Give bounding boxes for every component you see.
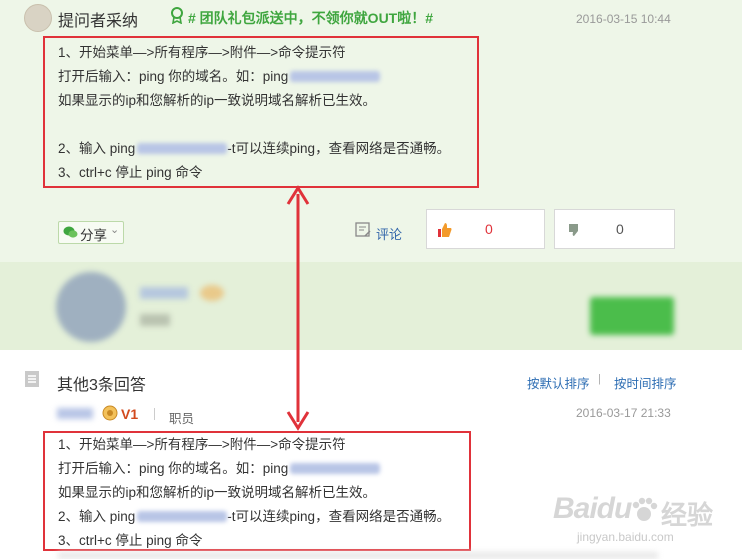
blurred-domain (290, 463, 381, 474)
downvote-button[interactable]: 0 (554, 209, 675, 249)
answer-line: 打开后输入：ping 你的域名。如：ping (58, 65, 450, 89)
promo-link[interactable]: # 团队礼包派送中，不领你就OUT啦！# (188, 8, 433, 28)
answer-line: 3、ctrl+c 停止 ping 命令 (58, 533, 203, 548)
share-label: 分享 (80, 228, 107, 243)
answer-line: 1、开始菜单—>所有程序—>附件—>命令提示符 (58, 45, 346, 60)
wechat-icon (63, 226, 78, 238)
answer-line: 2、输入 ping -t可以连续ping，查看网络是否通畅。 (58, 509, 451, 524)
answer-line (58, 113, 450, 137)
blurred-domain (137, 143, 228, 154)
blurred-name (140, 287, 188, 299)
chevron-down-icon: ⌄ (110, 224, 120, 236)
divider (154, 408, 155, 420)
blurred-domain (137, 511, 228, 522)
answer-body: 1、开始菜单—>所有程序—>附件—>命令提示符 打开后输入：ping 你的域名。… (58, 41, 450, 185)
watermark: Baidu 经验 jingyan.baidu.com (553, 492, 733, 550)
downvote-count: 0 (616, 221, 624, 237)
answer-line: 如果显示的ip和您解析的ip一致说明域名解析已生效。 (58, 93, 377, 108)
blurred-domain (290, 71, 381, 82)
asker-label: 提问者采纳 (58, 13, 139, 30)
answer-line: 打开后输入：ping 你的域名。如：ping (58, 457, 450, 481)
paw-icon (632, 497, 658, 521)
sort-default-link[interactable]: 按默认排序 (527, 373, 590, 392)
answer-line: 3、ctrl+c 停止 ping 命令 (58, 165, 203, 180)
comment-link[interactable]: 评论 (376, 224, 402, 243)
upvote-button[interactable]: 0 (426, 209, 545, 249)
blurred-username[interactable] (57, 408, 93, 419)
sort-time-link[interactable]: 按时间排序 (614, 373, 677, 392)
answer-timestamp: 2016-03-15 10:44 (576, 12, 671, 26)
answer-line: 1、开始菜单—>所有程序—>附件—>命令提示符 (58, 437, 346, 452)
blurred-avatar (56, 272, 126, 342)
gift-icon (168, 6, 186, 27)
watermark-suffix: 经验 (661, 500, 714, 530)
level-badge-icon (102, 405, 118, 424)
blurred-action-button (590, 297, 674, 335)
thumbs-up-icon (438, 223, 452, 237)
user-level: V1 (121, 406, 139, 422)
asker-avatar (24, 4, 52, 32)
blurred-badge (200, 285, 224, 301)
answer-line: 如果显示的ip和您解析的ip一致说明域名解析已生效。 (58, 485, 377, 500)
double-arrow (286, 185, 310, 431)
other-answers-heading: 其他3条回答 (57, 377, 146, 394)
cut-off-text (58, 552, 658, 559)
watermark-brand: Baidu (553, 492, 632, 525)
user-role: 职员 (169, 412, 195, 426)
sort-separator: | (598, 373, 601, 385)
answer-line: 2、输入 ping -t可以连续ping，查看网络是否通畅。 (58, 141, 451, 156)
answer-timestamp: 2016-03-17 21:33 (576, 406, 671, 420)
comment-icon[interactable] (355, 222, 372, 241)
other-answer-body: 1、开始菜单—>所有程序—>附件—>命令提示符 打开后输入：ping 你的域名。… (58, 433, 450, 553)
upvote-count: 0 (485, 221, 493, 237)
share-button[interactable]: 分享 ⌄ (58, 221, 124, 244)
list-icon (24, 370, 40, 391)
blurred-subtitle (140, 314, 170, 326)
thumbs-down-icon (569, 224, 578, 236)
watermark-url: jingyan.baidu.com (577, 530, 674, 544)
